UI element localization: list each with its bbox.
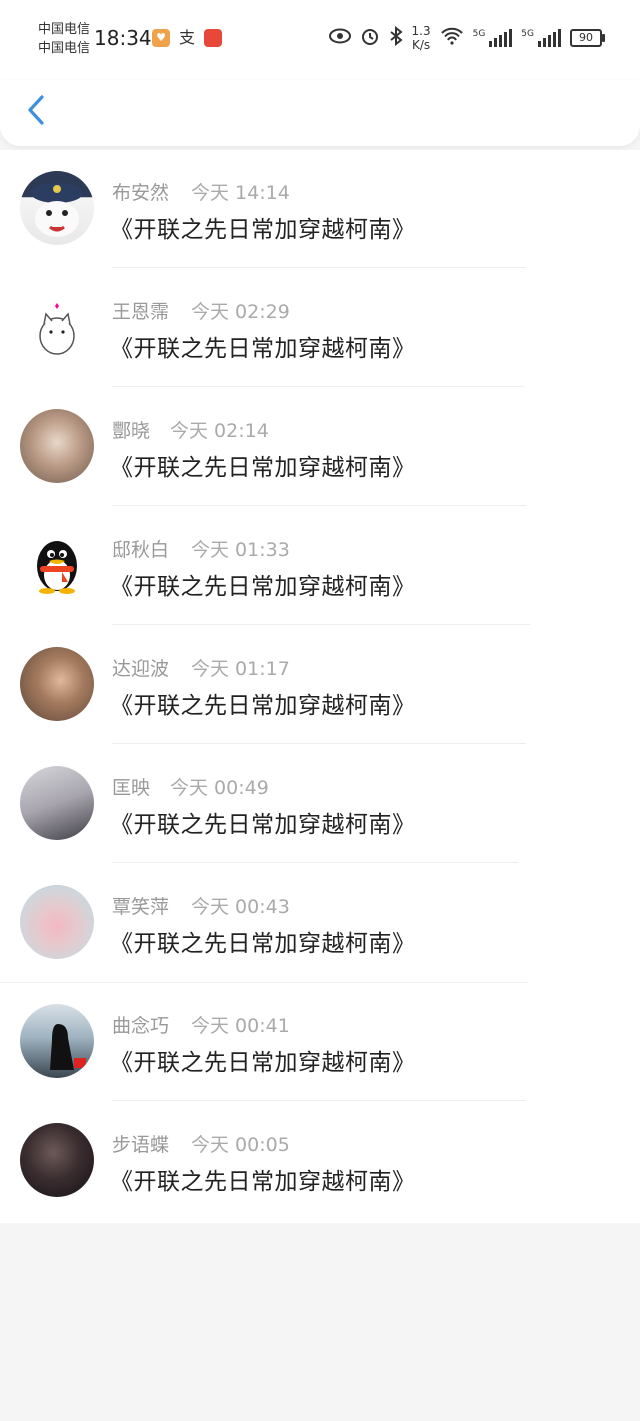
commenter-name[interactable]: 达迎波 xyxy=(112,654,169,681)
bluetooth-icon xyxy=(389,25,403,51)
heart-app-icon: ♥ xyxy=(152,29,170,47)
red-app-icon xyxy=(204,29,222,47)
chevron-left-icon xyxy=(28,95,44,125)
commenter-name[interactable]: 酆晓 xyxy=(112,416,150,443)
carrier-info: 中国电信 中国电信 xyxy=(38,20,90,58)
alipay-icon: 支 xyxy=(178,28,196,47)
list-item[interactable]: 达迎波 今天 01:17 《开联之先日常加穿越柯南》 xyxy=(0,626,640,745)
avatar[interactable] xyxy=(20,409,94,483)
divider xyxy=(112,1100,526,1101)
sim1-type-label: 5G xyxy=(472,29,486,39)
divider xyxy=(112,267,526,268)
commenter-name[interactable]: 步语蝶 xyxy=(112,1130,169,1157)
avatar[interactable] xyxy=(20,885,94,959)
comment-time: 今天 00:05 xyxy=(191,1134,290,1156)
avatar[interactable] xyxy=(20,766,94,840)
carrier-1: 中国电信 xyxy=(38,22,91,37)
divider xyxy=(112,505,526,506)
clock: 18:34 xyxy=(94,26,152,50)
comment-text: 《开联之先日常加穿越柯南》 xyxy=(110,336,416,362)
comment-time: 今天 00:49 xyxy=(170,777,269,799)
commenter-name[interactable]: 匡映 xyxy=(112,773,150,800)
divider xyxy=(112,386,524,387)
notification-icons: ♥ 支 xyxy=(152,29,222,47)
comment-text: 《开联之先日常加穿越柯南》 xyxy=(110,1050,416,1076)
list-item[interactable]: 布安然 今天 14:14 《开联之先日常加穿越柯南》 xyxy=(0,150,640,269)
comment-time: 今天 02:14 xyxy=(170,420,269,442)
divider xyxy=(112,862,518,863)
back-button[interactable] xyxy=(20,92,56,128)
sim2-type-label: 5G xyxy=(521,29,534,39)
commenter-name[interactable]: 布安然 xyxy=(112,178,169,205)
carrier-2: 中国电信 xyxy=(38,41,91,56)
list-item[interactable]: 邸秋白 今天 01:33 《开联之先日常加穿越柯南》 xyxy=(0,507,640,626)
status-bar: 中国电信 中国电信 18:34 ♥ 支 1.3 K/s 5G 5G 90 xyxy=(0,0,640,80)
comment-text: 《开联之先日常加穿越柯南》 xyxy=(110,693,416,719)
commenter-name[interactable]: 王恩霈 xyxy=(112,297,169,324)
comment-time: 今天 00:43 xyxy=(191,896,290,918)
commenter-name[interactable]: 邸秋白 xyxy=(112,535,169,562)
divider xyxy=(112,743,526,744)
list-item[interactable]: 匡映 今天 00:49 《开联之先日常加穿越柯南》 xyxy=(0,745,640,864)
list-item[interactable]: 步语蝶 今天 00:05 《开联之先日常加穿越柯南》 xyxy=(0,1102,640,1221)
list-item[interactable]: 覃笑萍 今天 00:43 《开联之先日常加穿越柯南》 xyxy=(0,864,640,983)
network-speed: 1.3 K/s xyxy=(412,24,431,52)
comment-text: 《开联之先日常加穿越柯南》 xyxy=(110,574,416,600)
network-speed-value: 1.3 xyxy=(411,24,431,38)
comment-time: 今天 00:41 xyxy=(191,1015,290,1037)
battery-icon: 90 xyxy=(570,29,605,47)
avatar[interactable] xyxy=(20,1123,94,1197)
wifi-icon xyxy=(440,27,464,50)
comment-time: 今天 02:29 xyxy=(191,301,290,323)
signal-icon: 5G xyxy=(473,29,513,47)
alarm-icon xyxy=(360,26,380,51)
eye-icon xyxy=(328,27,351,49)
comment-text: 《开联之先日常加穿越柯南》 xyxy=(110,931,416,957)
commenter-name[interactable]: 覃笑萍 xyxy=(112,892,169,919)
comment-text: 《开联之先日常加穿越柯南》 xyxy=(110,812,416,838)
list-item[interactable]: 王恩霈 今天 02:29 《开联之先日常加穿越柯南》 xyxy=(0,269,640,388)
avatar[interactable] xyxy=(20,290,94,364)
divider xyxy=(112,624,530,625)
network-speed-unit: K/s xyxy=(411,38,431,52)
avatar[interactable] xyxy=(20,647,94,721)
system-icons: 1.3 K/s 5G 5G 90 xyxy=(328,24,605,52)
avatar[interactable] xyxy=(20,171,94,245)
comment-text: 《开联之先日常加穿越柯南》 xyxy=(110,1169,416,1195)
comment-time: 今天 01:33 xyxy=(191,539,290,561)
list-item[interactable]: 酆晓 今天 02:14 《开联之先日常加穿越柯南》 xyxy=(0,388,640,507)
comment-time: 今天 14:14 xyxy=(191,182,290,204)
list-item[interactable]: 曲念巧 今天 00:41 《开联之先日常加穿越柯南》 xyxy=(0,983,640,1102)
comment-time: 今天 01:17 xyxy=(191,658,290,680)
commenter-name[interactable]: 曲念巧 xyxy=(112,1011,169,1038)
comment-text: 《开联之先日常加穿越柯南》 xyxy=(110,217,416,243)
avatar[interactable] xyxy=(20,1004,94,1078)
top-nav-bar xyxy=(0,80,640,146)
avatar[interactable] xyxy=(20,528,94,602)
comment-text: 《开联之先日常加穿越柯南》 xyxy=(110,455,416,481)
signal-icon-2: 5G xyxy=(521,29,561,47)
comment-list: 布安然 今天 14:14 《开联之先日常加穿越柯南》 王恩霈 今天 02:29 … xyxy=(0,150,640,1223)
